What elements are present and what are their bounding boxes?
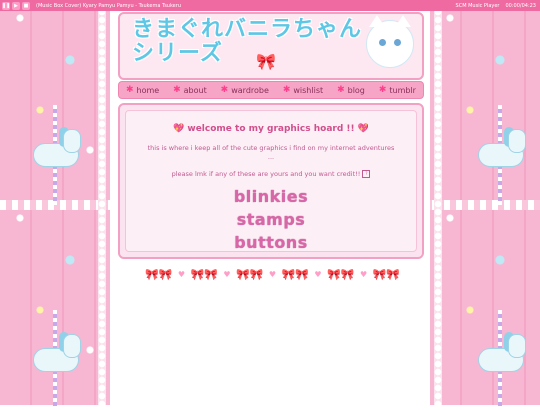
star-icon: ✱ bbox=[220, 85, 229, 95]
content-panel: 💖 welcome to my graphics hoard !! 💖 this… bbox=[118, 103, 424, 259]
heart-icon: ♥ bbox=[223, 269, 231, 279]
nav-item-blog[interactable]: ✱ blog bbox=[337, 85, 365, 95]
credit-note: please lmk if any of these are yours and… bbox=[126, 170, 416, 178]
nav-item-tumblr[interactable]: ✱ tumblr bbox=[379, 85, 416, 95]
heart-icon: ♥ bbox=[314, 269, 322, 279]
content-inner: 💖 welcome to my graphics hoard !! 💖 this… bbox=[125, 110, 417, 252]
nav-bar: ✱ home ✱ about ✱ wardrobe ✱ wishlist ✱ blog ✱… bbox=[118, 81, 424, 99]
bow-icon: 🎀🎀 bbox=[190, 267, 218, 281]
kitty-illustration bbox=[366, 15, 414, 68]
heart-icon: ♥ bbox=[359, 269, 368, 279]
bow-icon: 🎀🎀 bbox=[281, 267, 309, 281]
carousel-horse-decoration bbox=[470, 310, 530, 410]
nav-item-wishlist[interactable]: ✱ wishlist bbox=[283, 85, 323, 95]
nav-item-label: blog bbox=[347, 85, 365, 95]
heart-icon: 💖 bbox=[173, 124, 185, 134]
carousel-horse-decoration bbox=[25, 310, 85, 410]
site-title-line-2: シリーズ bbox=[132, 41, 223, 66]
star-icon: ✱ bbox=[173, 85, 181, 95]
stop-button[interactable]: ■ bbox=[22, 1, 30, 10]
site-title-line-1: きまぐれバニラちゃん bbox=[132, 17, 363, 42]
heart-icon: ♥ bbox=[177, 269, 186, 279]
site-title: きまぐれバニラちゃん シリーズ bbox=[132, 18, 372, 66]
nav-item-wardrobe[interactable]: ✱ wardrobe bbox=[221, 85, 269, 95]
lace-border-left bbox=[98, 0, 106, 405]
welcome-text: welcome to my graphics hoard !! bbox=[187, 124, 355, 134]
welcome-heading: 💖 welcome to my graphics hoard !! 💖 bbox=[126, 124, 416, 134]
blinkies-link[interactable]: blinkies bbox=[126, 187, 416, 206]
nav-item-label: home bbox=[136, 85, 160, 95]
star-icon: ✱ bbox=[378, 85, 387, 95]
carousel-horse-decoration bbox=[470, 105, 530, 205]
header-banner: きまぐれバニラちゃん シリーズ 🎀 bbox=[118, 12, 424, 80]
star-icon: ✱ bbox=[337, 85, 345, 95]
intro-text: this is where i keep all of the cute gra… bbox=[147, 144, 395, 161]
track-title: (Music Box Cover) Kyary Pamyu Pamyu - Ts… bbox=[36, 2, 181, 9]
nav-item-label: wishlist bbox=[293, 85, 324, 95]
lace-border-right bbox=[434, 0, 442, 405]
stamps-link[interactable]: stamps bbox=[126, 210, 416, 229]
bow-icon: 🎀 bbox=[256, 52, 276, 71]
music-player-bar: ❚❚ ▶ ■ (Music Box Cover) Kyary Pamyu Pam… bbox=[0, 0, 540, 11]
bow-icon: 🎀🎀 bbox=[236, 267, 264, 281]
star-icon: ✱ bbox=[282, 85, 291, 95]
player-name[interactable]: SCM Music Player bbox=[456, 3, 500, 9]
bow-icon: 🎀🎀 bbox=[327, 267, 355, 281]
play-button[interactable]: ▶ bbox=[12, 1, 20, 10]
credit-text: please lmk if any of these are yours and… bbox=[171, 170, 361, 178]
missing-glyph-icon: ? bbox=[362, 170, 371, 178]
bow-divider: 🎀🎀 ♥ 🎀🎀 ♥ 🎀🎀 ♥ 🎀🎀 ♥ 🎀🎀 ♥ 🎀🎀 bbox=[145, 265, 400, 283]
nav-item-label: tumblr bbox=[389, 85, 416, 95]
nav-item-about[interactable]: ✱ about bbox=[173, 85, 207, 95]
bow-icon: 🎀🎀 bbox=[145, 267, 173, 281]
pause-button[interactable]: ❚❚ bbox=[2, 1, 10, 10]
heart-icon: 💖 bbox=[357, 124, 369, 134]
star-icon: ✱ bbox=[125, 85, 134, 95]
nav-item-label: wardrobe bbox=[231, 85, 269, 95]
carousel-horse-decoration bbox=[25, 105, 85, 205]
track-time: 00:00/04:23 bbox=[505, 2, 536, 9]
buttons-link[interactable]: buttons bbox=[126, 233, 416, 252]
nav-item-home[interactable]: ✱ home bbox=[126, 85, 159, 95]
nav-item-label: about bbox=[183, 85, 207, 95]
bow-icon: 🎀🎀 bbox=[372, 267, 400, 281]
heart-icon: ♥ bbox=[268, 269, 277, 279]
